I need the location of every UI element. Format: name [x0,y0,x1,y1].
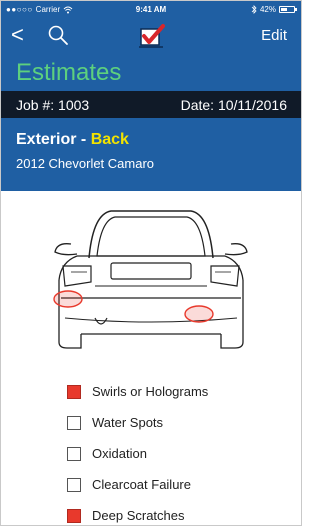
job-number: Job #: 1003 [16,97,90,113]
page-title: Estimates [16,59,122,86]
status-right: 42% [251,5,297,14]
vehicle-header: Exterior - Back 2012 Chevorlet Camaro [1,118,301,191]
checklist-label: Water Spots [92,415,164,430]
section-label: Exterior - [16,131,91,148]
job-info-bar: Job #: 1003 Date: 10/11/2016 [1,91,301,118]
job-date: Date: 10/11/2016 [180,97,287,113]
checkbox[interactable] [67,415,81,430]
checkbox[interactable] [67,446,81,461]
inspection-section: Exterior - Back [16,131,129,149]
search-icon[interactable] [47,24,69,46]
battery-icon [279,6,297,13]
checklist-item-deep-scratches[interactable]: Deep Scratches [67,500,287,525]
checklist-label: Deep Scratches [92,508,185,523]
vehicle-name: 2012 Chevorlet Camaro [16,156,155,171]
status-bar: ●●○○○ Carrier 9:41 AM 42% [1,1,301,19]
title-bar: Estimates [1,55,301,91]
checklist-label: Swirls or Holograms [92,384,209,399]
damage-marker-right[interactable] [184,305,214,323]
section-side: Back [90,131,129,148]
edit-button[interactable]: Edit [261,27,287,44]
checkbox[interactable] [67,477,81,492]
back-button[interactable]: < [11,24,24,46]
checkbox-checked[interactable] [67,508,81,523]
checklist-item-clearcoat[interactable]: Clearcoat Failure [67,469,287,500]
checkbox-checked[interactable] [67,384,81,399]
damage-checklist: Swirls or Holograms Water Spots Oxidatio… [67,376,287,525]
checklist-item-swirls[interactable]: Swirls or Holograms [67,376,287,407]
battery-percent: 42% [259,5,276,14]
checklist-item-oxidation[interactable]: Oxidation [67,438,287,469]
damage-marker-left[interactable] [53,290,83,308]
car-rear-diagram[interactable] [41,206,261,356]
checklist-label: Oxidation [92,446,147,461]
navigation-bar: < Edit [1,19,301,55]
app-screen: ●●○○○ Carrier 9:41 AM 42% < Edit Estimat… [0,0,302,526]
checkmark-logo-icon [139,24,165,48]
checklist-item-water-spots[interactable]: Water Spots [67,407,287,438]
checklist-label: Clearcoat Failure [92,477,191,492]
bluetooth-icon [251,5,257,14]
